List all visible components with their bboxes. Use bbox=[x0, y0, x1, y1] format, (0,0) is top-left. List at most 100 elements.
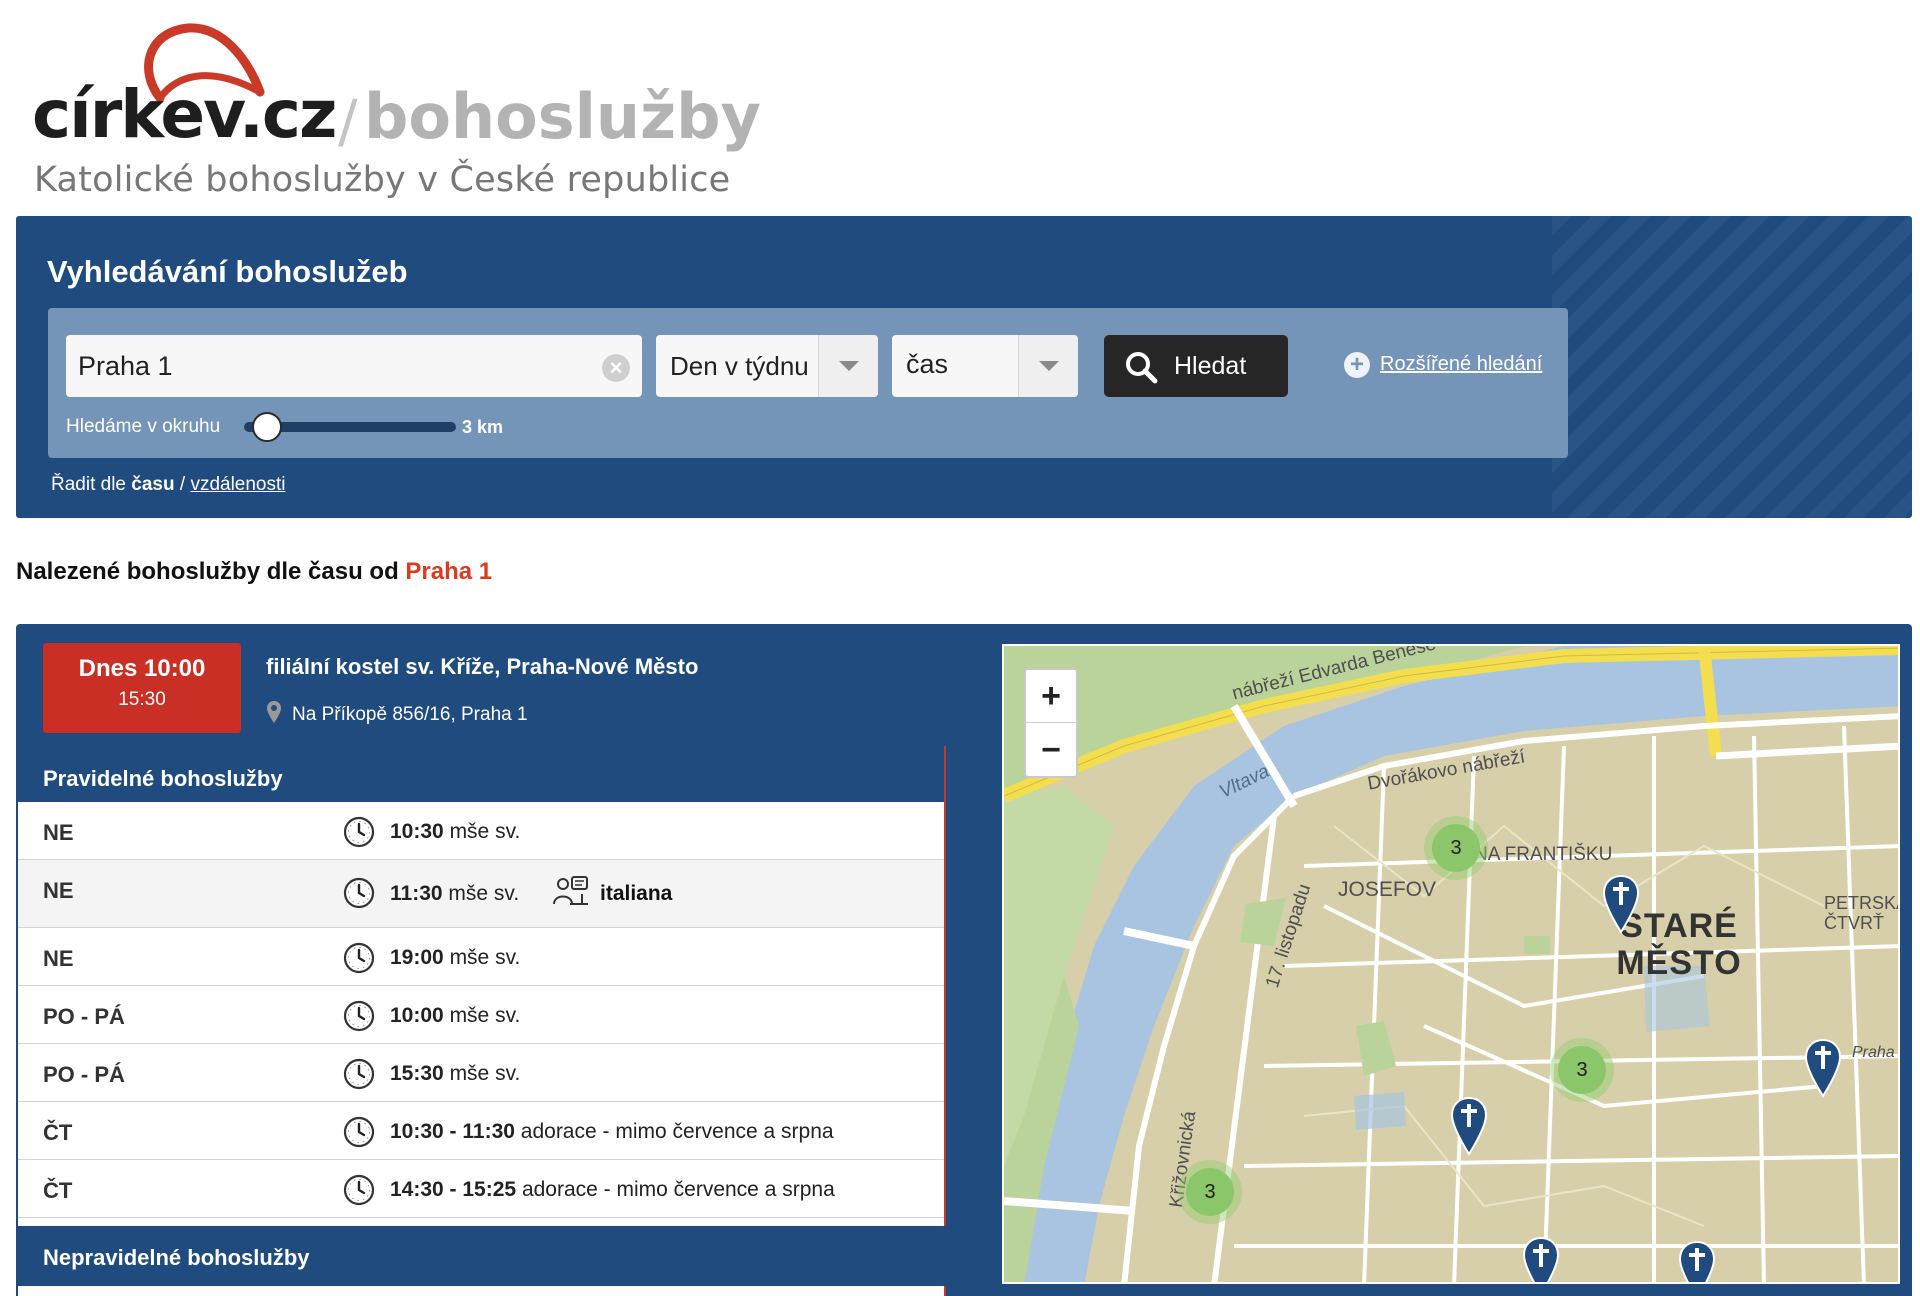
schedule-description: mše sv. bbox=[448, 882, 520, 905]
church-marker-icon[interactable] bbox=[1602, 874, 1640, 934]
time-badge: Dnes 10:00 15:30 bbox=[43, 643, 241, 733]
schedule-day: PO - PÁ bbox=[43, 1004, 125, 1029]
clear-input-icon[interactable]: × bbox=[602, 354, 630, 382]
radius-label: Hledáme v okruhu bbox=[66, 416, 221, 437]
site-tagline: Katolické bohoslužby v České republice bbox=[34, 160, 731, 200]
church-marker-icon[interactable] bbox=[1522, 1236, 1560, 1284]
result-card: Dnes 10:00 15:30 filiální kostel sv. Kří… bbox=[16, 624, 1912, 1296]
schedule-panel: Pravidelné bohoslužby NE 10:30 mše sv. NE 1… bbox=[18, 746, 946, 1296]
results-heading-prefix: Nalezené bohoslužby dle času od bbox=[16, 558, 399, 585]
logo-text: církev.cz bbox=[32, 76, 337, 153]
map-label-district: JOSEFOV bbox=[1338, 878, 1437, 901]
clock-icon bbox=[342, 815, 376, 854]
logo-section-name: bohoslužby bbox=[364, 80, 761, 153]
schedule-row: ČT 10:30 - 11:30 adorace - mimo července … bbox=[18, 1102, 944, 1160]
schedule-row: NE 10:30 mše sv. bbox=[18, 802, 944, 860]
schedule-time-value: 10:30 - 11:30 bbox=[390, 1120, 515, 1143]
schedule-time-value: 19:00 bbox=[390, 946, 444, 969]
cluster-count: 3 bbox=[1186, 1168, 1234, 1216]
schedule-description: mše sv. bbox=[449, 946, 521, 969]
schedule-day: NE bbox=[43, 878, 74, 903]
schedule-row: NE 19:00 mše sv. bbox=[18, 928, 944, 986]
sort-by-distance-link[interactable]: vzdálenosti bbox=[190, 474, 285, 495]
church-marker-icon[interactable] bbox=[1678, 1240, 1716, 1284]
map-label-district: PETRSKÁ ČTVRŤ bbox=[1824, 893, 1900, 933]
sort-prefix: Řadit dle bbox=[51, 474, 126, 495]
schedule-list: NE 10:30 mše sv. NE 11:30 mše sv. italiana NE… bbox=[18, 802, 944, 1218]
schedule-description: mše sv. bbox=[449, 1004, 521, 1027]
clock-icon bbox=[342, 999, 376, 1038]
location-pin-icon bbox=[267, 701, 281, 723]
schedule-day: NE bbox=[43, 946, 74, 971]
advanced-search-label[interactable]: Rozšířené hledání bbox=[1380, 353, 1542, 376]
church-address-text: Na Příkopě 856/16, Praha 1 bbox=[292, 704, 528, 725]
map-cluster-marker[interactable]: 3 bbox=[1550, 1038, 1614, 1102]
schedule-description: adorace - mimo července a srpna bbox=[520, 1120, 834, 1143]
time-badge-sub: 15:30 bbox=[118, 689, 166, 710]
schedule-day: NE bbox=[43, 820, 74, 845]
clock-icon bbox=[342, 1057, 376, 1096]
schedule-time-value: 10:00 bbox=[390, 1004, 444, 1027]
time-badge-main: Dnes 10:00 bbox=[78, 655, 206, 682]
results-heading-place: Praha 1 bbox=[405, 558, 493, 585]
day-select[interactable]: Den v týdnu bbox=[656, 335, 878, 397]
schedule-time: 10:30 - 11:30 adorace - mimo července a … bbox=[390, 1120, 834, 1144]
cluster-count: 3 bbox=[1558, 1046, 1606, 1094]
place-input[interactable] bbox=[66, 335, 642, 397]
church-name-link[interactable]: filiální kostel sv. Kříže, Praha-Nové Mě… bbox=[266, 654, 698, 680]
map[interactable]: + − nábřeží Edvarda Beneše Dvořákovo náb… bbox=[1002, 644, 1900, 1284]
irregular-services-heading: Nepravidelné bohoslužby bbox=[18, 1226, 946, 1286]
clock-icon bbox=[342, 941, 376, 980]
schedule-time: 14:30 - 15:25 adorace - mimo července a … bbox=[390, 1178, 835, 1202]
schedule-time-value: 15:30 bbox=[390, 1062, 444, 1085]
search-button[interactable]: Hledat bbox=[1104, 335, 1288, 397]
search-form: × Den v týdnu čas Hledat + Rozšířené hle… bbox=[48, 308, 1568, 458]
search-icon bbox=[1126, 352, 1158, 384]
map-cluster-marker[interactable]: 3 bbox=[1178, 1160, 1242, 1224]
search-title: Vyhledávání bohoslužeb bbox=[47, 254, 408, 289]
map-zoom-control: + − bbox=[1024, 668, 1078, 778]
schedule-time-value: 11:30 bbox=[390, 882, 443, 905]
schedule-description: mše sv. bbox=[449, 1062, 521, 1085]
search-panel: Vyhledávání bohoslužeb × Den v týdnu čas… bbox=[16, 216, 1912, 518]
schedule-time: 19:00 mše sv. bbox=[390, 946, 520, 970]
map-cluster-marker[interactable]: 3 bbox=[1424, 816, 1488, 880]
regular-services-heading: Pravidelné bohoslužby bbox=[18, 746, 944, 802]
schedule-time-value: 10:30 bbox=[390, 820, 444, 843]
schedule-row: NE 11:30 mše sv. italiana bbox=[18, 860, 944, 928]
time-select[interactable]: čas bbox=[892, 335, 1078, 397]
schedule-description: mše sv. bbox=[449, 820, 521, 843]
zoom-out-button[interactable]: − bbox=[1026, 724, 1076, 777]
radius-slider-handle[interactable] bbox=[251, 412, 282, 442]
logo-slash: / bbox=[338, 87, 358, 155]
clock-icon bbox=[342, 876, 376, 915]
search-button-label: Hledat bbox=[1174, 352, 1247, 380]
schedule-time: 11:30 mše sv. bbox=[390, 882, 519, 906]
zoom-in-button[interactable]: + bbox=[1026, 670, 1076, 723]
sort-options: Řadit dle času / vzdálenosti bbox=[51, 474, 286, 496]
schedule-day: ČT bbox=[43, 1120, 73, 1145]
sort-separator: / bbox=[179, 474, 186, 495]
chevron-down-icon[interactable] bbox=[818, 335, 878, 397]
results-heading: Nalezené bohoslužby dle času od Praha 1 bbox=[16, 558, 492, 586]
cluster-count: 3 bbox=[1432, 824, 1480, 872]
schedule-row: PO - PÁ 10:00 mše sv. bbox=[18, 986, 944, 1044]
plus-circle-icon: + bbox=[1344, 352, 1370, 378]
schedule-row: ČT 14:30 - 15:25 adorace - mimo července … bbox=[18, 1160, 944, 1218]
chevron-down-icon[interactable] bbox=[1018, 335, 1078, 397]
schedule-day: ČT bbox=[43, 1178, 73, 1203]
time-select-value: čas bbox=[906, 349, 949, 379]
church-address: Na Příkopě 856/16, Praha 1 bbox=[266, 700, 528, 726]
clock-icon bbox=[342, 1173, 376, 1212]
church-marker-icon[interactable] bbox=[1804, 1038, 1842, 1098]
schedule-time: 10:00 mše sv. bbox=[390, 1004, 520, 1028]
church-marker-icon[interactable] bbox=[1450, 1096, 1488, 1156]
schedule-row: PO - PÁ 15:30 mše sv. bbox=[18, 1044, 944, 1102]
schedule-time: 15:30 mše sv. bbox=[390, 1062, 520, 1086]
site-logo[interactable]: církev.cz / bohoslužby bbox=[28, 20, 928, 150]
schedule-description: adorace - mimo července a srpna bbox=[521, 1178, 835, 1201]
map-label-district: NA FRANTIŠKU bbox=[1474, 844, 1613, 865]
schedule-day: PO - PÁ bbox=[43, 1062, 125, 1087]
language-icon bbox=[552, 874, 590, 913]
decorative-stripes bbox=[1552, 216, 1912, 518]
